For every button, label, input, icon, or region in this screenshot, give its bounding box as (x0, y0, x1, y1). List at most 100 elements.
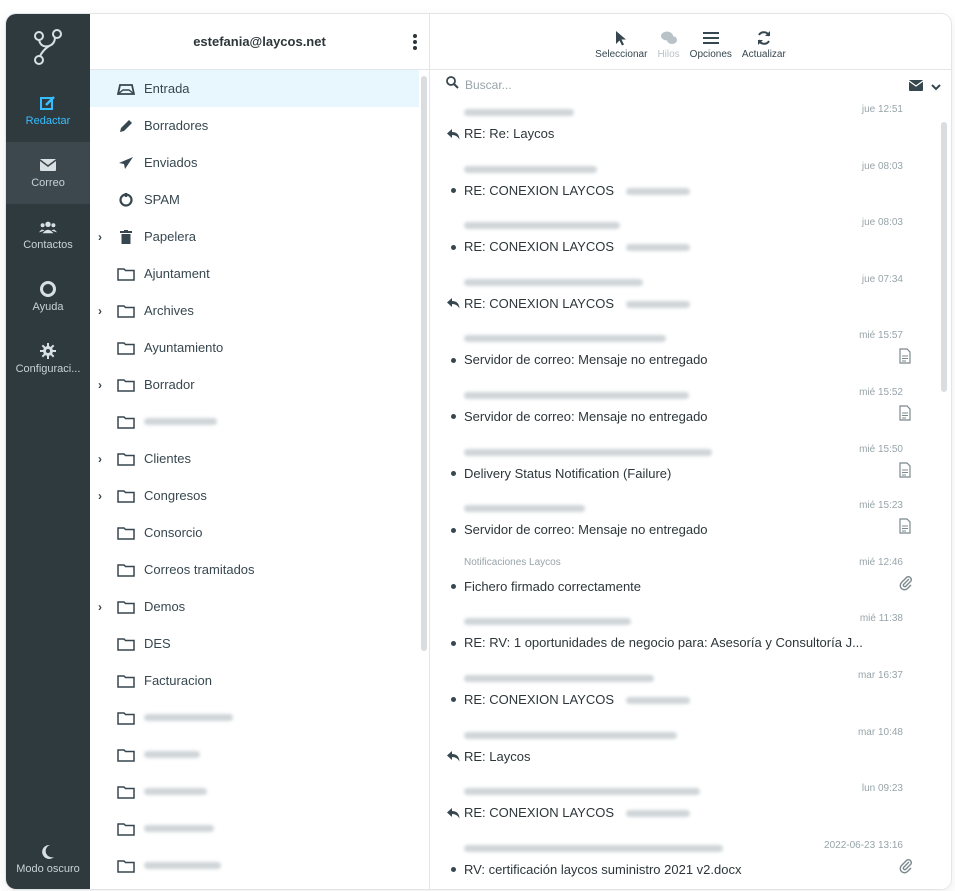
folder-label (144, 714, 233, 721)
message-row[interactable]: jue 08:03 RE: CONEXION LAYCOS (430, 157, 937, 214)
folder-item[interactable]: Consorcio (90, 514, 419, 551)
folder-item[interactable] (90, 699, 419, 736)
folder-item[interactable]: › Congresos (90, 477, 419, 514)
nav-contacts[interactable]: Contactos (6, 204, 90, 266)
select-button[interactable]: Seleccionar (595, 29, 647, 60)
folder-item[interactable]: › Archives (90, 292, 419, 329)
app-window: Redactar Correo Contactos Ayuda Configur… (6, 14, 951, 889)
chevron-right-icon[interactable]: › (98, 600, 112, 614)
message-row[interactable]: jue 07:34 RE: CONEXION LAYCOS (430, 270, 937, 327)
chat-bubbles-icon (660, 29, 678, 47)
folder-item[interactable]: DES (90, 625, 419, 662)
folder-label (144, 825, 214, 832)
message-row[interactable]: mar 10:48 RE: Laycos (430, 723, 937, 780)
message-row[interactable]: mié 15:50 Delivery Status Notification (F… (430, 440, 937, 497)
message-subject: Servidor de correo: Mensaje no entregado (464, 352, 708, 367)
folder-item[interactable]: › Clientes (90, 440, 419, 477)
nav-settings[interactable]: Configuraci... (6, 328, 90, 390)
account-email: estefania@laycos.net (193, 34, 326, 49)
chevron-right-icon[interactable]: › (98, 304, 112, 318)
compose-icon (39, 95, 57, 111)
refresh-label: Actualizar (741, 49, 786, 60)
folder-label: Borrador (144, 377, 195, 392)
refresh-button[interactable]: Actualizar (742, 29, 786, 60)
message-subject: RE: RV: 1 oportunidades de negocio para:… (464, 635, 863, 650)
dark-mode-toggle[interactable]: Modo oscuro (6, 829, 90, 889)
nav-contacts-label: Contactos (23, 239, 73, 251)
message-row[interactable]: mié 15:57 Servidor de correo: Mensaje no … (430, 326, 937, 383)
folder-icon (116, 710, 136, 726)
folder-item[interactable] (90, 810, 419, 847)
options-button[interactable]: Opciones (690, 29, 732, 60)
message-date: mié 15:57 (859, 330, 903, 342)
message-date: jue 12:51 (861, 104, 903, 115)
message-subject-text: RE: Re: Laycos (464, 126, 555, 141)
unread-dot-icon (446, 636, 460, 650)
envelope-filter-icon[interactable] (908, 78, 924, 96)
message-row[interactable]: jue 08:03 RE: CONEXION LAYCOS (430, 213, 937, 270)
message-row[interactable]: mié 11:38 RE: RV: 1 oportunidades de nego… (430, 609, 937, 666)
folder-item[interactable] (90, 736, 419, 773)
message-subject: Servidor de correo: Mensaje no entregado (464, 522, 708, 537)
folder-item[interactable]: SPAM (90, 181, 419, 218)
folder-item[interactable]: Ayuntamiento (90, 329, 419, 366)
chevron-right-icon[interactable]: › (98, 230, 112, 244)
nav-mail[interactable]: Correo (6, 142, 90, 204)
folder-item[interactable]: Enviados (90, 144, 419, 181)
redacted-text (626, 697, 691, 704)
folder-item[interactable] (90, 773, 419, 810)
message-sender (464, 222, 620, 230)
folder-scrollbar[interactable] (421, 76, 427, 651)
message-row[interactable]: mar 16:37 RE: CONEXION LAYCOS (430, 666, 937, 723)
folder-item[interactable]: › Papelera (90, 218, 419, 255)
message-row[interactable]: mié 15:52 Servidor de correo: Mensaje no … (430, 383, 937, 440)
folder-item[interactable]: Borradores (90, 107, 419, 144)
unread-dot-icon (446, 580, 460, 594)
chevron-down-icon[interactable] (931, 78, 941, 96)
redacted-text (626, 810, 691, 818)
chevron-right-icon[interactable]: › (98, 489, 112, 503)
unread-dot-icon (446, 410, 460, 424)
folder-item[interactable] (90, 403, 419, 440)
folder-item[interactable]: Facturacion (90, 662, 419, 699)
message-row[interactable]: Notificaciones Laycos mié 12:46 Fichero fi… (430, 553, 937, 610)
redacted-text (626, 187, 691, 195)
message-date: jue 08:03 (861, 217, 903, 229)
folder-icon (116, 599, 136, 615)
unread-dot-icon (446, 353, 460, 367)
folder-item[interactable]: Ajuntament (90, 255, 419, 292)
threads-button[interactable]: Hilos (657, 29, 680, 60)
message-date: mié 15:52 (859, 386, 903, 398)
folder-item[interactable]: › Borrador (90, 366, 419, 403)
message-subject: RE: CONEXION LAYCOS (464, 805, 691, 820)
folder-icon (116, 451, 136, 467)
message-sender (464, 448, 712, 456)
message-date: jue 07:34 (861, 273, 903, 285)
folder-icon (116, 821, 136, 837)
folder-item[interactable]: Entrada (90, 70, 419, 107)
search-input[interactable] (465, 78, 845, 92)
message-scrollbar[interactable] (941, 122, 947, 392)
message-row[interactable]: jue 12:51 RE: Re: Laycos (430, 100, 937, 157)
app-logo[interactable] (6, 14, 90, 80)
nav-help[interactable]: Ayuda (6, 266, 90, 328)
report-icon (899, 518, 915, 534)
unread-dot-icon (446, 863, 460, 877)
folder-item[interactable]: Correos tramitados (90, 551, 419, 588)
nav-compose[interactable]: Redactar (6, 80, 90, 142)
folder-icon (116, 525, 136, 541)
message-date: mié 15:23 (859, 500, 903, 512)
message-subject-text: Fichero firmado correctamente (464, 578, 642, 594)
message-row[interactable]: lun 09:23 RE: CONEXION LAYCOS (430, 779, 937, 836)
folder-item[interactable] (90, 847, 419, 884)
chevron-right-icon[interactable]: › (98, 378, 112, 392)
folder-panel: estefania@laycos.net Entrada Borradores En… (90, 14, 430, 889)
folder-icon (116, 303, 136, 319)
chevron-right-icon[interactable]: › (98, 452, 112, 466)
message-row[interactable]: 2022-06-23 13:16 RV: certificación laycos… (430, 836, 937, 889)
folder-item[interactable]: › Demos (90, 588, 419, 625)
message-subject: Delivery Status Notification (Failure) (464, 466, 671, 481)
message-row[interactable]: mié 15:23 Servidor de correo: Mensaje no … (430, 496, 937, 553)
users-icon (39, 219, 57, 235)
kebab-menu-icon[interactable] (413, 34, 417, 50)
